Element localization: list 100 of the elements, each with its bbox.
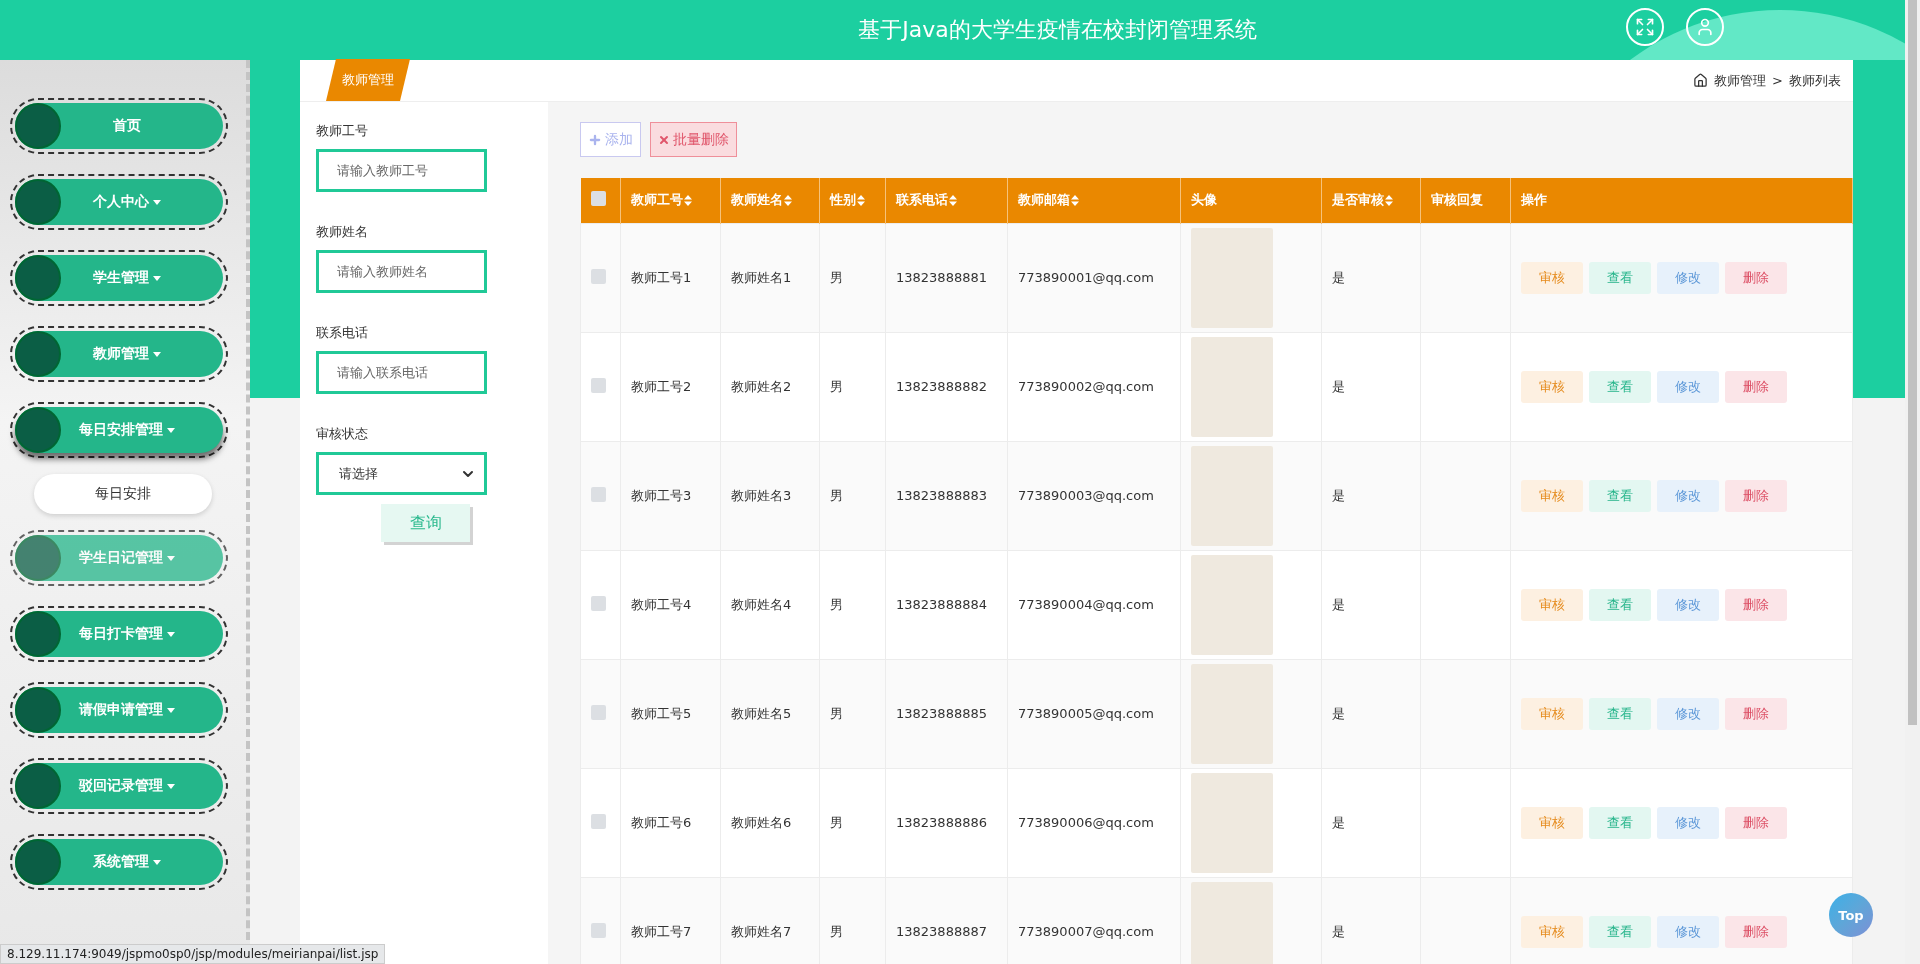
checkbox[interactable] — [591, 813, 606, 829]
action-button[interactable]: 查看 — [1589, 697, 1651, 730]
action-button[interactable]: 删除 — [1725, 370, 1787, 403]
action-button[interactable]: 审核 — [1521, 588, 1583, 621]
action-button[interactable]: 审核 — [1521, 915, 1583, 948]
action-button[interactable]: 删除 — [1725, 915, 1787, 948]
table-header[interactable]: 性别 — [819, 178, 886, 223]
table-header[interactable]: 教师邮箱 — [1007, 178, 1181, 223]
table-cell: 773890005@qq.com — [1007, 659, 1181, 768]
status-url: 8.129.11.174:9049/jspmo0sp0/jsp/modules/meirianpai/list.jsp — [0, 944, 386, 964]
table-cell: 773890007@qq.com — [1007, 877, 1181, 964]
plus-icon — [588, 132, 602, 147]
caret-icon — [167, 555, 175, 561]
table-cell: 教师工号1 — [620, 223, 721, 332]
menu-item[interactable]: 每日打卡管理 — [15, 611, 223, 657]
menu-item[interactable]: 驳回记录管理 — [15, 763, 223, 809]
user-button[interactable] — [1686, 8, 1724, 46]
checkbox[interactable] — [591, 704, 606, 720]
sort-icon[interactable] — [1385, 194, 1393, 206]
action-button[interactable]: 删除 — [1725, 261, 1787, 294]
sort-icon[interactable] — [784, 194, 792, 206]
fullscreen-button[interactable] — [1626, 8, 1664, 46]
action-button[interactable]: 修改 — [1657, 261, 1719, 294]
action-button[interactable]: 审核 — [1521, 370, 1583, 403]
checkbox[interactable] — [591, 268, 606, 284]
table-cell: 13823888885 — [885, 659, 1008, 768]
table-cell: 教师工号5 — [620, 659, 721, 768]
table-cell: 男 — [819, 659, 886, 768]
sort-icon[interactable] — [1071, 194, 1079, 206]
batch-delete-button[interactable]: 批量删除 — [650, 122, 737, 157]
action-button[interactable]: 审核 — [1521, 806, 1583, 839]
caret-icon — [153, 351, 161, 357]
action-button[interactable]: 查看 — [1589, 261, 1651, 294]
action-button[interactable]: 删除 — [1725, 479, 1787, 512]
table-cell: 教师工号7 — [620, 877, 721, 964]
table-cell: 男 — [819, 223, 886, 332]
table-cell: 教师工号2 — [620, 332, 721, 441]
checkbox[interactable] — [591, 377, 606, 393]
checkbox[interactable] — [590, 191, 606, 207]
table-header[interactable]: 是否审核 — [1321, 178, 1421, 223]
action-button[interactable]: 查看 — [1589, 479, 1651, 512]
menu-item[interactable]: 每日安排管理 — [15, 407, 223, 453]
table-cell: 教师工号4 — [620, 550, 721, 659]
table-cell: 教师姓名6 — [720, 768, 820, 877]
action-button[interactable]: 查看 — [1589, 588, 1651, 621]
table-cell: 13823888886 — [885, 768, 1008, 877]
menu-item[interactable]: 学生日记管理 — [15, 535, 223, 581]
menu-item[interactable]: 请假申请管理 — [15, 687, 223, 733]
action-button[interactable]: 修改 — [1657, 588, 1719, 621]
action-button[interactable]: 修改 — [1657, 806, 1719, 839]
table-cell: 13823888887 — [885, 877, 1008, 964]
action-button[interactable]: 查看 — [1589, 915, 1651, 948]
table-cell: 教师姓名5 — [720, 659, 820, 768]
checkbox[interactable] — [591, 922, 606, 938]
table-header: 头像 — [1180, 178, 1322, 223]
table-cell: 男 — [819, 441, 886, 550]
menu-item[interactable]: 首页 — [15, 103, 223, 149]
action-button[interactable]: 查看 — [1589, 370, 1651, 403]
breadcrumb-item[interactable]: 教师管理 — [1714, 71, 1767, 90]
action-button[interactable]: 修改 — [1657, 915, 1719, 948]
action-button[interactable]: 查看 — [1589, 806, 1651, 839]
select-field[interactable]: 请选择 — [316, 452, 487, 495]
input-field[interactable]: 请输入教师工号 — [316, 149, 487, 192]
menu-item[interactable]: 教师管理 — [15, 331, 223, 377]
close-icon — [658, 133, 670, 146]
add-button[interactable]: 添加 — [580, 122, 641, 157]
input-field[interactable]: 请输入联系电话 — [316, 351, 487, 394]
table-header[interactable]: 联系电话 — [885, 178, 1008, 223]
page-tab[interactable]: 教师管理 — [326, 59, 410, 101]
action-button[interactable]: 删除 — [1725, 588, 1787, 621]
action-button[interactable]: 审核 — [1521, 479, 1583, 512]
caret-icon — [167, 783, 175, 789]
system-title: 基于Java的大学生疫情在校封闭管理系统 — [858, 16, 1257, 44]
table-header[interactable]: 教师姓名 — [720, 178, 820, 223]
action-button[interactable]: 修改 — [1657, 370, 1719, 403]
action-button[interactable]: 修改 — [1657, 479, 1719, 512]
action-button[interactable]: 修改 — [1657, 697, 1719, 730]
action-button[interactable]: 删除 — [1725, 806, 1787, 839]
sort-icon[interactable] — [857, 194, 865, 206]
home-icon[interactable] — [1693, 73, 1709, 88]
menu-item[interactable]: 系统管理 — [15, 839, 223, 885]
caret-icon — [167, 631, 175, 637]
action-button[interactable]: 审核 — [1521, 697, 1583, 730]
search-button[interactable]: 查询 — [381, 504, 470, 542]
menu-item[interactable]: 学生管理 — [15, 255, 223, 301]
table-cell: 男 — [819, 332, 886, 441]
action-button[interactable]: 删除 — [1725, 697, 1787, 730]
sort-icon[interactable] — [949, 194, 957, 206]
submenu-item[interactable]: 每日安排 — [34, 474, 212, 514]
checkbox[interactable] — [591, 486, 606, 502]
menu-item[interactable]: 个人中心 — [15, 179, 223, 225]
table-header[interactable]: 教师工号 — [620, 178, 721, 223]
sort-icon[interactable] — [684, 194, 692, 206]
caret-icon — [167, 707, 175, 713]
checkbox[interactable] — [591, 595, 606, 611]
table-cell: 男 — [819, 550, 886, 659]
breadcrumb-separator: > — [1772, 73, 1783, 88]
breadcrumb-item[interactable]: 教师列表 — [1789, 71, 1841, 90]
action-button[interactable]: 审核 — [1521, 261, 1583, 294]
input-field[interactable]: 请输入教师姓名 — [316, 250, 487, 293]
